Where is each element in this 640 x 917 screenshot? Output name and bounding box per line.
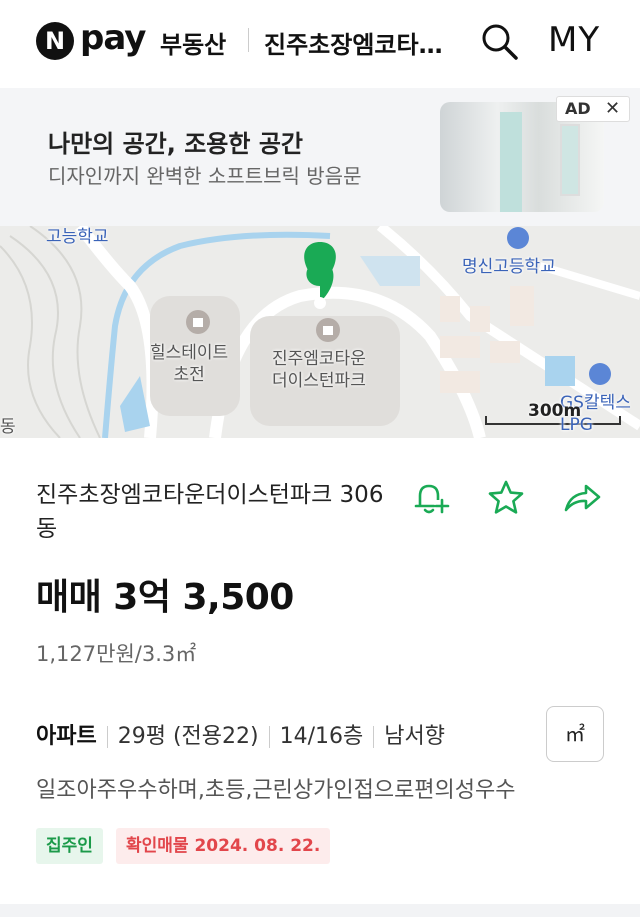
listing-direction: 남서향 — [384, 724, 445, 749]
map-label-dong: 동 — [0, 417, 16, 437]
ad-image-door — [500, 112, 522, 212]
area-unit-toggle[interactable]: ㎡ — [546, 706, 604, 762]
listing-info: 진주초장엠코타운더이스턴파크 306동 매매 3억 3,500 1,127만원/… — [0, 438, 640, 917]
page-title: 진주초장엠코타운더이스턴파크 — [264, 31, 448, 59]
property-type: 아파트 — [36, 724, 97, 749]
search-icon[interactable] — [478, 20, 520, 62]
confirmed-listing-tag: 확인매물 2024. 08. 22. — [116, 828, 331, 864]
map-label-target-line2: 더이스턴파크 — [272, 371, 366, 391]
listing-floor: 14/16층 — [279, 724, 364, 749]
map-label-hillstate-line1: 힐스테이트 — [150, 343, 229, 363]
ad-subtitle: 디자인까지 완벽한 소프트브릭 방음문 — [48, 164, 362, 188]
listing-description: 일조아주우수하며,초등,근린상가인접으로편의성우수 — [36, 778, 516, 803]
owner-tag: 집주인 — [36, 828, 103, 864]
listing-specs: 아파트 29평 (전용22) 14/16층 남서향 — [36, 718, 445, 750]
pay-logo[interactable]: pay — [80, 18, 146, 58]
map-label-school-top: 고능학교 — [46, 227, 109, 247]
map-label-hillstate: 힐스테이트 초전 — [150, 342, 228, 386]
bell-plus-icon[interactable] — [410, 478, 450, 518]
spec-divider — [268, 726, 270, 748]
unit-price: 1,127만원/3.3㎡ — [36, 642, 197, 666]
map-label-target-complex: 진주엠코타운 더이스턴파크 — [272, 348, 366, 392]
map-scale-label: 300m — [528, 401, 582, 421]
ad-badge-label: AD — [565, 99, 591, 118]
app-header: N pay 부동산 진주초장엠코타운더이스턴파크 MY — [0, 0, 640, 88]
naver-logo-icon[interactable]: N — [36, 22, 74, 60]
listing-area: 29평 (전용22) — [117, 724, 259, 749]
ad-title: 나만의 공간, 조용한 공간 — [48, 130, 303, 158]
section-divider — [0, 904, 640, 917]
ad-image-door-far — [560, 124, 580, 196]
map-label-school-right: 명신고등학교 — [462, 257, 556, 277]
share-icon[interactable] — [562, 478, 602, 518]
ad-badge: AD ✕ — [556, 96, 630, 122]
ad-banner[interactable]: 나만의 공간, 조용한 공간 디자인까지 완벽한 소프트브릭 방음문 AD ✕ — [0, 88, 640, 226]
listing-name: 진주초장엠코타운더이스턴파크 306동 — [36, 482, 384, 542]
map-label-hillstate-line2: 초전 — [173, 365, 205, 385]
location-map[interactable]: 고능학교 명신고등학교 힐스테이트 초전 진주엠코타운 더이스턴파크 GS칼텍스… — [0, 226, 640, 438]
header-divider — [248, 28, 249, 52]
map-label-target-line1: 진주엠코타운 — [272, 349, 366, 369]
star-icon[interactable] — [486, 478, 526, 518]
spec-divider — [106, 726, 108, 748]
ad-close-icon[interactable]: ✕ — [605, 98, 620, 119]
listing-price: 매매 3억 3,500 — [36, 577, 294, 618]
service-name[interactable]: 부동산 — [160, 25, 226, 60]
my-page-button[interactable]: MY — [548, 20, 600, 60]
spec-divider — [373, 726, 375, 748]
